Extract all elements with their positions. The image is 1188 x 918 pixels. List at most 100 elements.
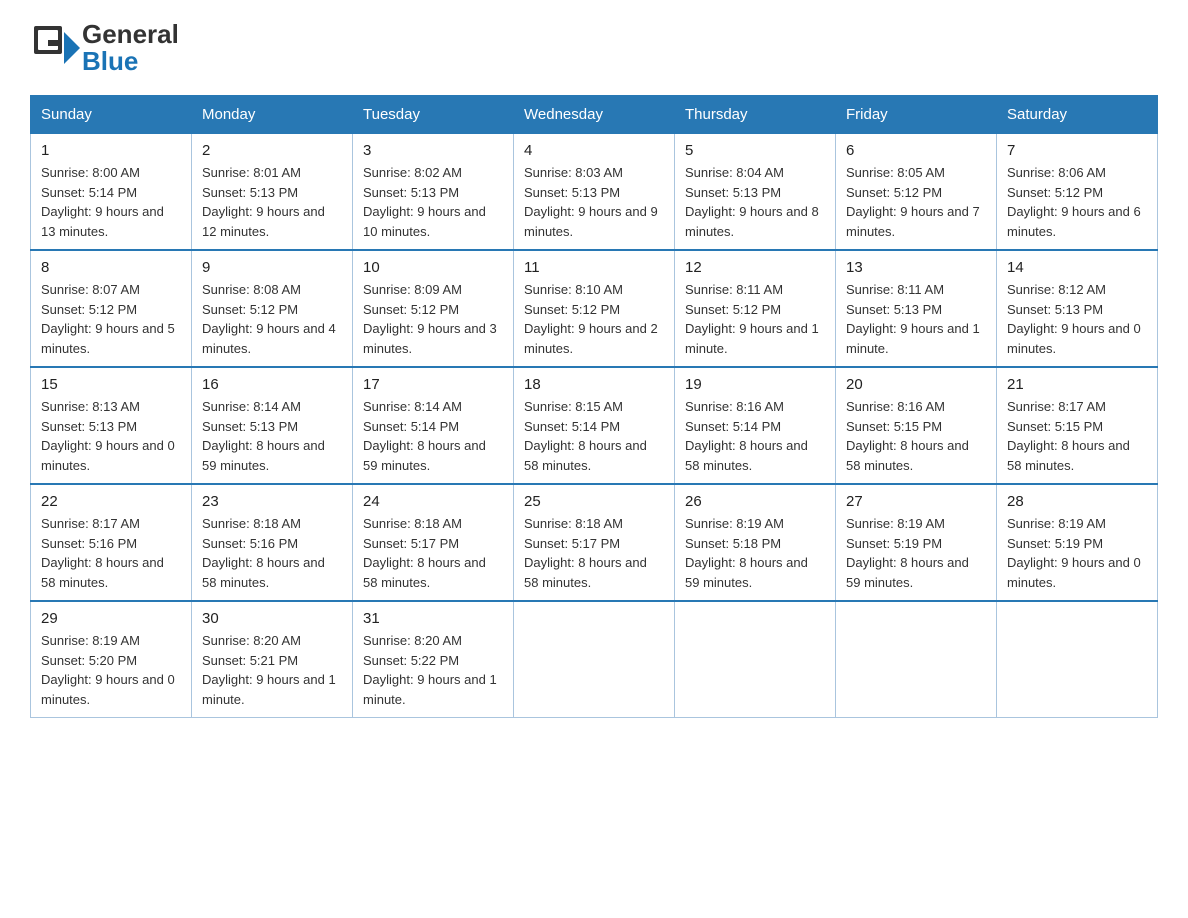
- day-header-friday: Friday: [836, 96, 997, 134]
- calendar-cell: 13 Sunrise: 8:11 AMSunset: 5:13 PMDayligh…: [836, 250, 997, 367]
- day-info: Sunrise: 8:18 AMSunset: 5:16 PMDaylight:…: [202, 514, 342, 592]
- day-number: 16: [202, 376, 342, 393]
- day-number: 31: [363, 610, 503, 627]
- day-number: 9: [202, 259, 342, 276]
- day-number: 10: [363, 259, 503, 276]
- calendar-cell: 19 Sunrise: 8:16 AMSunset: 5:14 PMDayligh…: [675, 367, 836, 484]
- day-number: 24: [363, 493, 503, 510]
- calendar-cell: 8Sunrise: 8:07 AMSunset: 5:12 PMDaylight…: [31, 250, 192, 367]
- calendar-cell: 20 Sunrise: 8:16 AMSunset: 5:15 PMDayligh…: [836, 367, 997, 484]
- calendar-cell: 27 Sunrise: 8:19 AMSunset: 5:19 PMDayligh…: [836, 484, 997, 601]
- day-number: 27: [846, 493, 986, 510]
- calendar-cell: 10 Sunrise: 8:09 AMSunset: 5:12 PMDayligh…: [353, 250, 514, 367]
- calendar-cell: [514, 601, 675, 718]
- day-number: 5: [685, 142, 825, 159]
- day-number: 23: [202, 493, 342, 510]
- calendar-cell: 6Sunrise: 8:05 AMSunset: 5:12 PMDaylight…: [836, 134, 997, 251]
- calendar-cell: 17 Sunrise: 8:14 AMSunset: 5:14 PMDayligh…: [353, 367, 514, 484]
- calendar-week-1: 1 Sunrise: 8:00 AMSunset: 5:14 PMDaylight…: [31, 134, 1158, 251]
- day-header-saturday: Saturday: [997, 96, 1158, 134]
- day-info: Sunrise: 8:19 AMSunset: 5:18 PMDaylight:…: [685, 514, 825, 592]
- day-number: 29: [41, 610, 181, 627]
- calendar-week-2: 8Sunrise: 8:07 AMSunset: 5:12 PMDaylight…: [31, 250, 1158, 367]
- calendar-cell: 4 Sunrise: 8:03 AMSunset: 5:13 PMDaylight…: [514, 134, 675, 251]
- calendar-cell: 7 Sunrise: 8:06 AMSunset: 5:12 PMDaylight…: [997, 134, 1158, 251]
- calendar-cell: 23 Sunrise: 8:18 AMSunset: 5:16 PMDayligh…: [192, 484, 353, 601]
- day-info: Sunrise: 8:20 AMSunset: 5:22 PMDaylight:…: [363, 631, 503, 709]
- page-header: General Blue: [30, 20, 1158, 75]
- day-header-sunday: Sunday: [31, 96, 192, 134]
- calendar-week-4: 22 Sunrise: 8:17 AMSunset: 5:16 PMDayligh…: [31, 484, 1158, 601]
- day-info: Sunrise: 8:08 AMSunset: 5:12 PMDaylight:…: [202, 280, 342, 358]
- day-number: 14: [1007, 259, 1147, 276]
- logo-general-text: General: [82, 20, 179, 49]
- day-info: Sunrise: 8:09 AMSunset: 5:12 PMDaylight:…: [363, 280, 503, 358]
- day-info: Sunrise: 8:20 AMSunset: 5:21 PMDaylight:…: [202, 631, 342, 709]
- day-number: 2: [202, 142, 342, 159]
- calendar-cell: 26 Sunrise: 8:19 AMSunset: 5:18 PMDayligh…: [675, 484, 836, 601]
- day-info: Sunrise: 8:11 AMSunset: 5:13 PMDaylight:…: [846, 280, 986, 358]
- day-info: Sunrise: 8:17 AMSunset: 5:15 PMDaylight:…: [1007, 397, 1147, 475]
- calendar-cell: 12 Sunrise: 8:11 AMSunset: 5:12 PMDayligh…: [675, 250, 836, 367]
- day-info: Sunrise: 8:12 AMSunset: 5:13 PMDaylight:…: [1007, 280, 1147, 358]
- day-header-tuesday: Tuesday: [353, 96, 514, 134]
- day-info: Sunrise: 8:17 AMSunset: 5:16 PMDaylight:…: [41, 514, 181, 592]
- day-info: Sunrise: 8:00 AMSunset: 5:14 PMDaylight:…: [41, 163, 181, 241]
- day-info: Sunrise: 8:14 AMSunset: 5:13 PMDaylight:…: [202, 397, 342, 475]
- calendar-cell: [836, 601, 997, 718]
- day-number: 7: [1007, 142, 1147, 159]
- calendar-cell: 9 Sunrise: 8:08 AMSunset: 5:12 PMDaylight…: [192, 250, 353, 367]
- day-number: 12: [685, 259, 825, 276]
- day-info: Sunrise: 8:03 AMSunset: 5:13 PMDaylight:…: [524, 163, 664, 241]
- calendar-cell: 18 Sunrise: 8:15 AMSunset: 5:14 PMDayligh…: [514, 367, 675, 484]
- day-number: 22: [41, 493, 181, 510]
- calendar-cell: 22 Sunrise: 8:17 AMSunset: 5:16 PMDayligh…: [31, 484, 192, 601]
- day-header-thursday: Thursday: [675, 96, 836, 134]
- day-number: 4: [524, 142, 664, 159]
- day-info: Sunrise: 8:14 AMSunset: 5:14 PMDaylight:…: [363, 397, 503, 475]
- day-number: 26: [685, 493, 825, 510]
- calendar-cell: 21 Sunrise: 8:17 AMSunset: 5:15 PMDayligh…: [997, 367, 1158, 484]
- day-info: Sunrise: 8:02 AMSunset: 5:13 PMDaylight:…: [363, 163, 503, 241]
- calendar-cell: 16 Sunrise: 8:14 AMSunset: 5:13 PMDayligh…: [192, 367, 353, 484]
- day-number: 6: [846, 142, 986, 159]
- calendar-cell: 2Sunrise: 8:01 AMSunset: 5:13 PMDaylight…: [192, 134, 353, 251]
- day-info: Sunrise: 8:19 AMSunset: 5:19 PMDaylight:…: [846, 514, 986, 592]
- calendar-table: SundayMondayTuesdayWednesdayThursdayFrid…: [30, 95, 1158, 718]
- calendar-cell: 15Sunrise: 8:13 AMSunset: 5:13 PMDayligh…: [31, 367, 192, 484]
- day-info: Sunrise: 8:19 AMSunset: 5:19 PMDaylight:…: [1007, 514, 1147, 592]
- calendar-cell: 14 Sunrise: 8:12 AMSunset: 5:13 PMDayligh…: [997, 250, 1158, 367]
- logo: General Blue: [30, 20, 179, 75]
- day-number: 17: [363, 376, 503, 393]
- calendar-cell: 1 Sunrise: 8:00 AMSunset: 5:14 PMDaylight…: [31, 134, 192, 251]
- day-info: Sunrise: 8:11 AMSunset: 5:12 PMDaylight:…: [685, 280, 825, 358]
- day-number: 21: [1007, 376, 1147, 393]
- day-info: Sunrise: 8:13 AMSunset: 5:13 PMDaylight:…: [41, 397, 181, 475]
- day-info: Sunrise: 8:06 AMSunset: 5:12 PMDaylight:…: [1007, 163, 1147, 241]
- day-header-wednesday: Wednesday: [514, 96, 675, 134]
- calendar-week-5: 29 Sunrise: 8:19 AMSunset: 5:20 PMDayligh…: [31, 601, 1158, 718]
- day-number: 20: [846, 376, 986, 393]
- day-info: Sunrise: 8:04 AMSunset: 5:13 PMDaylight:…: [685, 163, 825, 241]
- day-number: 30: [202, 610, 342, 627]
- day-number: 8: [41, 259, 181, 276]
- days-header-row: SundayMondayTuesdayWednesdayThursdayFrid…: [31, 96, 1158, 134]
- calendar-cell: 30 Sunrise: 8:20 AMSunset: 5:21 PMDayligh…: [192, 601, 353, 718]
- day-number: 1: [41, 142, 181, 159]
- day-info: Sunrise: 8:19 AMSunset: 5:20 PMDaylight:…: [41, 631, 181, 709]
- day-info: Sunrise: 8:15 AMSunset: 5:14 PMDaylight:…: [524, 397, 664, 475]
- calendar-cell: 24Sunrise: 8:18 AMSunset: 5:17 PMDayligh…: [353, 484, 514, 601]
- calendar-cell: 3 Sunrise: 8:02 AMSunset: 5:13 PMDaylight…: [353, 134, 514, 251]
- day-number: 19: [685, 376, 825, 393]
- day-info: Sunrise: 8:16 AMSunset: 5:14 PMDaylight:…: [685, 397, 825, 475]
- day-info: Sunrise: 8:18 AMSunset: 5:17 PMDaylight:…: [524, 514, 664, 592]
- day-number: 25: [524, 493, 664, 510]
- calendar-cell: 5 Sunrise: 8:04 AMSunset: 5:13 PMDaylight…: [675, 134, 836, 251]
- day-number: 18: [524, 376, 664, 393]
- day-number: 13: [846, 259, 986, 276]
- logo-blue-text: Blue: [82, 47, 179, 76]
- calendar-cell: 11Sunrise: 8:10 AMSunset: 5:12 PMDayligh…: [514, 250, 675, 367]
- day-info: Sunrise: 8:16 AMSunset: 5:15 PMDaylight:…: [846, 397, 986, 475]
- calendar-cell: 29 Sunrise: 8:19 AMSunset: 5:20 PMDayligh…: [31, 601, 192, 718]
- day-number: 3: [363, 142, 503, 159]
